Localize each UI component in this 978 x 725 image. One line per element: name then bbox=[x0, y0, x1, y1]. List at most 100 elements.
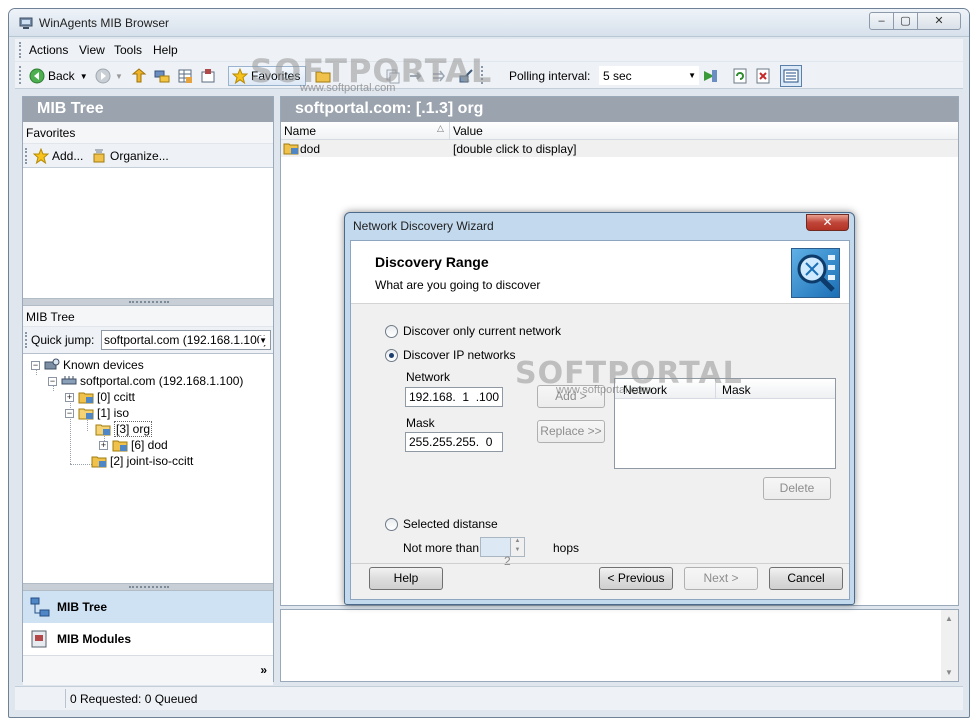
add-favorite-button[interactable]: Add... bbox=[33, 146, 83, 166]
row-name: dod bbox=[300, 142, 321, 156]
network-label: Network bbox=[406, 370, 451, 384]
menu-view[interactable]: View bbox=[79, 43, 105, 57]
close-button[interactable]: ✕ bbox=[917, 12, 961, 30]
back-dropdown-icon[interactable]: ▼ bbox=[80, 72, 88, 81]
folder-icon bbox=[283, 143, 299, 155]
row-value: [double click to display] bbox=[453, 142, 577, 156]
table-row[interactable]: dod [double click to display] bbox=[281, 140, 958, 157]
not-more-than-label: Not more than bbox=[403, 541, 480, 555]
tree-node-ccitt[interactable]: + [0] ccitt bbox=[65, 389, 135, 405]
maximize-button[interactable]: ▢ bbox=[893, 12, 918, 30]
radio-button[interactable] bbox=[385, 324, 398, 338]
find-button[interactable] bbox=[408, 66, 424, 86]
navigation-section: MIB Tree MIB Modules » bbox=[23, 583, 273, 685]
organize-favorites-button[interactable]: Organize... bbox=[91, 146, 169, 166]
start-polling-button[interactable] bbox=[702, 66, 718, 86]
tree-node-device[interactable]: − softportal.com (192.168.1.100) bbox=[48, 373, 243, 389]
column-name[interactable]: Name bbox=[284, 124, 316, 138]
favorites-list[interactable] bbox=[23, 168, 273, 298]
quick-jump-select[interactable]: softportal.com (192.168.1.100) ▼ bbox=[101, 330, 271, 350]
mask-ip-input[interactable]: 255.255.255. 0 bbox=[405, 432, 503, 452]
dialog-close-button[interactable]: ✕ bbox=[806, 214, 849, 231]
menu-actions[interactable]: Actions bbox=[29, 43, 68, 57]
organize-icon bbox=[93, 149, 105, 163]
trap-button[interactable] bbox=[200, 66, 216, 86]
spinner-down-icon[interactable]: ▼ bbox=[510, 547, 524, 556]
find-next-button[interactable] bbox=[431, 66, 447, 86]
toolbar-grip[interactable] bbox=[19, 66, 22, 84]
collapse-icon[interactable]: − bbox=[31, 360, 40, 370]
column-value[interactable]: Value bbox=[453, 124, 483, 138]
node-title: softportal.com: [.1.3] org bbox=[281, 97, 958, 122]
tree-node-iso[interactable]: − [1] iso bbox=[65, 405, 129, 421]
properties-button[interactable] bbox=[315, 66, 331, 86]
radio-button[interactable] bbox=[385, 517, 398, 531]
clear-button[interactable] bbox=[755, 66, 771, 86]
network-ip-input[interactable]: 192.168. 1 .100 bbox=[405, 387, 503, 407]
expand-icon[interactable]: + bbox=[99, 440, 108, 450]
up-button[interactable] bbox=[131, 66, 147, 86]
list-column-divider[interactable] bbox=[715, 379, 716, 399]
table-button[interactable] bbox=[177, 66, 193, 86]
menu-tools[interactable]: Tools bbox=[114, 43, 142, 57]
minimize-button[interactable]: – bbox=[869, 12, 894, 30]
radio-ip-networks[interactable]: Discover IP networks bbox=[385, 348, 515, 362]
refresh-button[interactable] bbox=[732, 66, 748, 86]
nav-mib-modules[interactable]: MIB Modules bbox=[23, 623, 273, 655]
cancel-button[interactable]: Cancel bbox=[769, 567, 843, 590]
tree-node-org[interactable]: [3] org bbox=[95, 421, 153, 437]
window-title: WinAgents MIB Browser bbox=[39, 16, 170, 30]
delete-button[interactable]: Delete bbox=[763, 477, 831, 500]
hops-label: hops bbox=[553, 541, 580, 555]
tree-node-dod[interactable]: + [6] dod bbox=[99, 437, 168, 453]
networks-list[interactable]: Network Mask bbox=[614, 378, 836, 469]
radio-button-selected[interactable] bbox=[385, 348, 398, 362]
polling-interval-select[interactable]: 5 sec ▼ bbox=[599, 66, 699, 85]
mib-tree-header: MIB Tree bbox=[23, 306, 273, 327]
tools-button[interactable] bbox=[458, 66, 474, 86]
spinner-up-icon[interactable]: ▲ bbox=[510, 538, 524, 547]
star-add-icon bbox=[33, 148, 49, 164]
tree-node-joint-iso-ccitt[interactable]: [2] joint-iso-ccitt bbox=[91, 453, 193, 469]
more-chevron-icon[interactable]: » bbox=[260, 663, 267, 677]
list-column-network[interactable]: Network bbox=[623, 383, 667, 397]
replace-button[interactable]: Replace >> bbox=[537, 420, 605, 443]
favorites-button[interactable]: Favorites bbox=[228, 66, 306, 86]
list-column-mask[interactable]: Mask bbox=[722, 383, 751, 397]
column-divider[interactable] bbox=[449, 122, 450, 140]
back-button[interactable]: Back ▼ bbox=[29, 66, 88, 86]
scroll-down-icon[interactable]: ▼ bbox=[945, 668, 953, 677]
radio-current-network[interactable]: Discover only current network bbox=[385, 324, 561, 338]
scroll-up-icon[interactable]: ▲ bbox=[945, 614, 953, 623]
dialog-subheading: What are you going to discover bbox=[375, 278, 541, 292]
favorites-splitter[interactable] bbox=[23, 298, 273, 306]
expand-icon[interactable]: + bbox=[65, 392, 74, 402]
collapse-icon[interactable]: − bbox=[48, 376, 57, 386]
favorites-grip bbox=[25, 148, 28, 164]
delete-icon bbox=[756, 68, 770, 84]
nav-splitter[interactable] bbox=[23, 583, 273, 591]
app-icon bbox=[19, 17, 33, 29]
menu-help[interactable]: Help bbox=[153, 43, 178, 57]
collapse-icon[interactable]: − bbox=[65, 408, 74, 418]
hops-spinner[interactable]: 2 ▲ ▼ bbox=[480, 537, 525, 568]
add-button[interactable]: Add > bbox=[537, 385, 605, 408]
help-button[interactable]: Help bbox=[369, 567, 443, 590]
mask-label: Mask bbox=[406, 416, 435, 430]
next-button[interactable]: Next > bbox=[684, 567, 758, 590]
menu-grip[interactable] bbox=[19, 42, 22, 58]
dialog-body: Discovery Range What are you going to di… bbox=[350, 240, 850, 600]
previous-button[interactable]: < Previous bbox=[599, 567, 673, 590]
status-divider bbox=[65, 689, 66, 708]
tree-node-known-devices[interactable]: − Known devices bbox=[31, 357, 144, 373]
dialog-title: Network Discovery Wizard bbox=[353, 219, 494, 233]
forward-dropdown-icon[interactable]: ▼ bbox=[115, 72, 123, 81]
nav-mib-tree[interactable]: MIB Tree bbox=[23, 591, 273, 623]
radio-selected-distance[interactable]: Selected distanse bbox=[385, 517, 498, 531]
view-toggle-button[interactable] bbox=[780, 65, 802, 87]
copy-button[interactable] bbox=[385, 66, 401, 86]
vertical-scrollbar[interactable]: ▲ ▼ bbox=[941, 610, 958, 681]
walk-button[interactable] bbox=[154, 66, 170, 86]
title-bar[interactable]: WinAgents MIB Browser – ▢ ✕ bbox=[9, 9, 969, 37]
forward-button[interactable]: ▼ bbox=[95, 66, 123, 86]
